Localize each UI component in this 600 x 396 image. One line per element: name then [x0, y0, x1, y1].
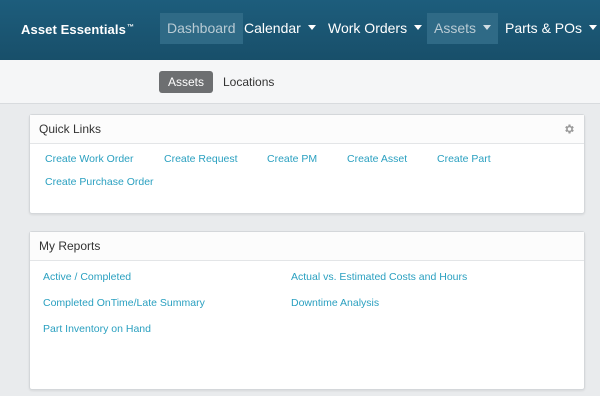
report-actual-vs-estimated-link[interactable]: Actual vs. Estimated Costs and Hours [291, 271, 467, 283]
nav-parts-pos-label: Parts & POs [505, 20, 583, 36]
create-pm-link[interactable]: Create PM [267, 153, 317, 165]
report-completed-ontime-late-link[interactable]: Completed OnTime/Late Summary [43, 297, 205, 309]
gear-icon[interactable] [563, 123, 575, 135]
trademark-mark: ™ [126, 23, 135, 31]
create-request-link[interactable]: Create Request [164, 153, 238, 165]
subtab-locations-label: Locations [223, 75, 275, 89]
subtab-assets[interactable]: Assets [159, 71, 214, 93]
my-reports-title: My Reports [39, 239, 101, 253]
create-asset-link[interactable]: Create Asset [347, 153, 407, 165]
nav-calendar-label: Calendar [244, 20, 301, 36]
nav-assets-label: Assets [434, 20, 477, 36]
create-work-order-link[interactable]: Create Work Order [45, 153, 134, 165]
caret-down-icon [307, 24, 316, 30]
create-part-link[interactable]: Create Part [437, 153, 491, 165]
nav-work-orders[interactable]: Work Orders [321, 13, 429, 44]
my-reports-header: My Reports [30, 232, 584, 261]
my-reports-panel: My Reports Active / Completed Actual vs.… [29, 231, 585, 390]
top-navbar: Asset Essentials™ Dashboard Calendar Wor… [0, 0, 600, 60]
subtab-locations[interactable]: Locations [214, 71, 283, 93]
report-active-completed-link[interactable]: Active / Completed [43, 271, 131, 283]
nav-calendar[interactable]: Calendar [237, 13, 323, 44]
caret-down-icon [483, 24, 492, 30]
create-purchase-order-link[interactable]: Create Purchase Order [45, 176, 154, 188]
report-part-inventory-link[interactable]: Part Inventory on Hand [43, 323, 151, 335]
caret-down-icon [414, 24, 423, 30]
quick-links-title: Quick Links [39, 122, 102, 136]
nav-dashboard-label: Dashboard [167, 20, 236, 36]
quick-links-panel: Quick Links Create Work Order Create Req… [29, 114, 585, 214]
quick-links-header: Quick Links [30, 115, 584, 144]
nav-dashboard[interactable]: Dashboard [160, 13, 243, 44]
nav-assets[interactable]: Assets [427, 13, 499, 44]
nav-work-orders-label: Work Orders [328, 20, 408, 36]
report-downtime-analysis-link[interactable]: Downtime Analysis [291, 297, 379, 309]
subtab-assets-label: Assets [168, 75, 205, 89]
sub-navbar: Assets Locations [0, 60, 600, 104]
brand-name: Asset Essentials [21, 22, 126, 37]
caret-down-icon [589, 24, 598, 30]
brand-logo[interactable]: Asset Essentials™ [21, 22, 134, 37]
nav-parts-pos[interactable]: Parts & POs [498, 13, 600, 44]
